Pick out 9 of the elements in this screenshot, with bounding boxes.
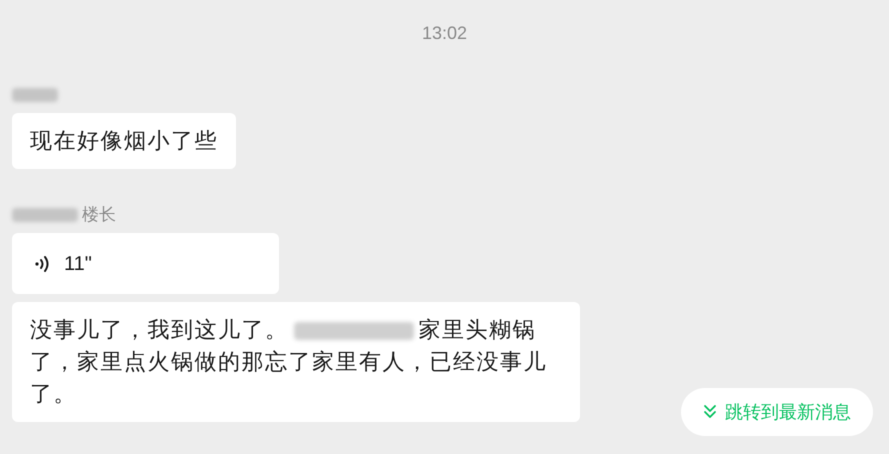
voice-message-bubble[interactable]: 11" — [12, 233, 279, 294]
voice-duration: 11" — [64, 252, 92, 276]
sender-title: 楼长 — [82, 204, 116, 226]
chevrons-down-icon — [703, 404, 717, 420]
blurred-name — [12, 88, 58, 102]
timestamp: 13:02 — [422, 22, 468, 45]
blurred-name — [12, 208, 78, 222]
message-text: 现在好像烟小了些 — [30, 127, 218, 155]
message-text: 没事儿了，我到这儿了。 家里头糊锅了，家里点火锅做的那忘了家里有人，已经没事儿了。 — [30, 316, 548, 408]
